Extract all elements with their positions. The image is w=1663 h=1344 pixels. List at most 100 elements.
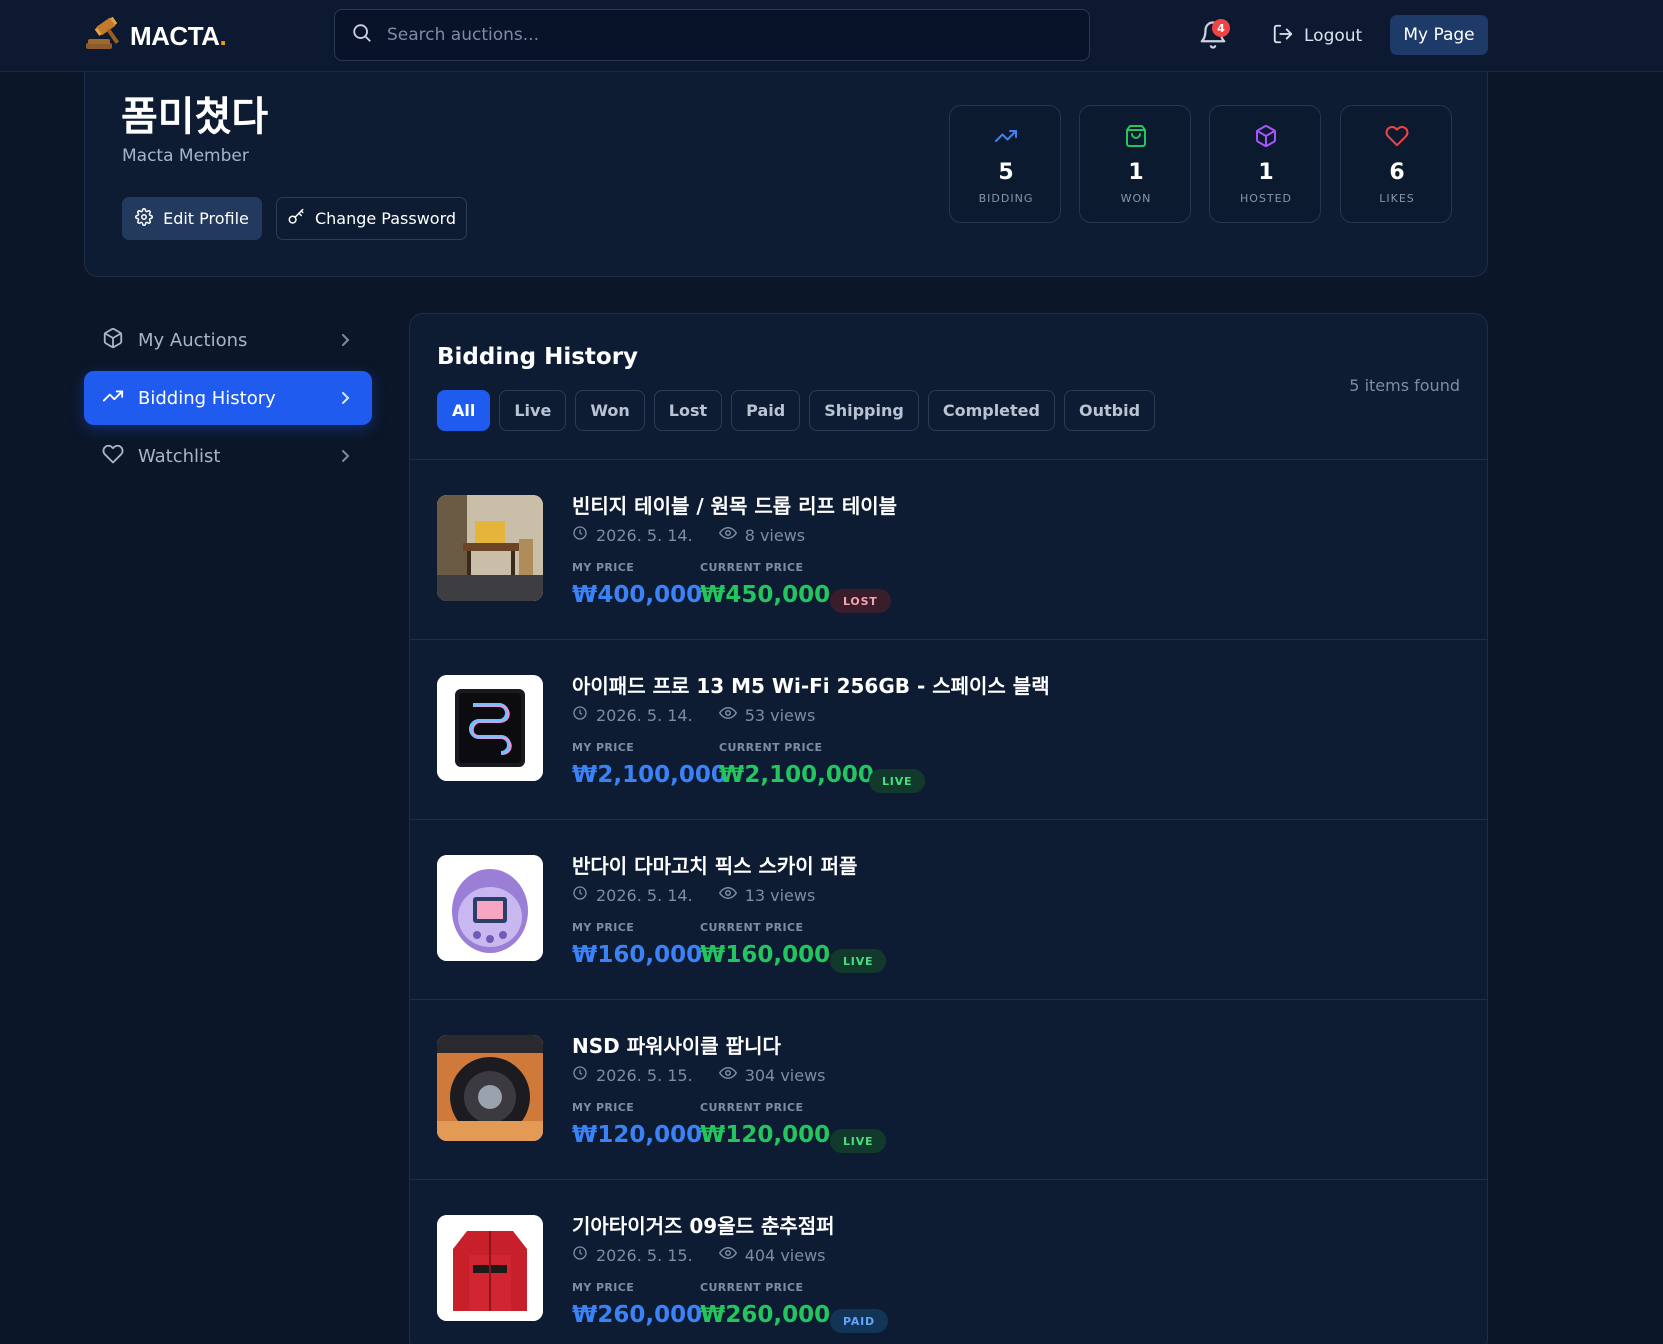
change-password-button[interactable]: Change Password (276, 197, 467, 240)
search-icon (351, 22, 373, 48)
item-title[interactable]: 아이패드 프로 13 M5 Wi-Fi 256GB - 스페이스 블랙 (572, 670, 1050, 699)
logout-icon (1272, 23, 1294, 50)
bidding-history-panel: Bidding History 5 items found All Live W… (409, 313, 1488, 1344)
item-date: 2026. 5. 14. (596, 525, 693, 545)
my-price: ₩160,000 (572, 942, 703, 968)
chevron-right-icon (338, 448, 352, 464)
item-title[interactable]: NSD 파워사이클 팝니다 (572, 1030, 781, 1059)
item-meta: 2026. 5. 14. 53 views (572, 704, 815, 726)
item-date: 2026. 5. 15. (596, 1245, 693, 1265)
stat-won[interactable]: 1 WON (1079, 105, 1191, 223)
my-page-button[interactable]: My Page (1390, 15, 1488, 55)
item-date: 2026. 5. 14. (596, 705, 693, 725)
edit-profile-button[interactable]: Edit Profile (122, 197, 262, 240)
my-price-label: MY PRICE (572, 741, 635, 754)
item-thumbnail[interactable] (437, 1215, 543, 1321)
clock-icon (572, 1245, 588, 1265)
filter-all[interactable]: All (437, 390, 491, 431)
logo-text: MACTA (130, 20, 220, 51)
item-title[interactable]: 기아타이거즈 09올드 춘추점퍼 (572, 1210, 835, 1239)
status-filter-tabs: All Live Won Lost Paid Shipping Complete… (437, 390, 1156, 431)
items-found-count: 5 items found (1349, 376, 1460, 395)
current-price: ₩2,100,000 (719, 762, 874, 788)
item-thumbnail[interactable] (437, 675, 543, 781)
logout-button[interactable]: Logout (1272, 22, 1362, 50)
chevron-right-icon (338, 332, 352, 348)
notification-badge: 4 (1212, 19, 1230, 37)
trending-up-icon (994, 124, 1018, 148)
item-date: 2026. 5. 15. (596, 1065, 693, 1085)
sidebar-item-watchlist[interactable]: Watchlist (84, 429, 372, 483)
my-price: ₩400,000 (572, 582, 703, 608)
search-bar[interactable] (334, 9, 1090, 61)
stat-value: 1 (1128, 160, 1144, 185)
clock-icon (572, 885, 588, 905)
eye-icon (718, 704, 737, 726)
filter-completed[interactable]: Completed (927, 390, 1055, 431)
filter-paid[interactable]: Paid (731, 390, 801, 431)
bid-list-item[interactable]: 아이패드 프로 13 M5 Wi-Fi 256GB - 스페이스 블랙 2026… (410, 640, 1487, 820)
eye-icon (718, 524, 737, 546)
current-price-label: CURRENT PRICE (700, 1101, 804, 1114)
gear-icon (135, 207, 154, 230)
filter-won[interactable]: Won (575, 390, 645, 431)
item-meta: 2026. 5. 14. 8 views (572, 524, 805, 546)
stat-bidding[interactable]: 5 BIDDING (949, 105, 1061, 223)
gavel-icon (84, 16, 124, 55)
status-badge: PAID (830, 1309, 888, 1333)
top-navbar: MACTA. 4 Logout My Page (0, 0, 1663, 72)
profile-card: 폼미쳤다 Macta Member Edit Profile Change Pa… (84, 72, 1488, 277)
change-password-label: Change Password (314, 209, 457, 228)
filter-shipping[interactable]: Shipping (809, 390, 919, 431)
my-price-label: MY PRICE (572, 1281, 635, 1294)
my-price: ₩2,100,000 (572, 762, 727, 788)
item-thumbnail[interactable] (437, 855, 543, 961)
sidebar-item-bidding-history[interactable]: Bidding History (84, 371, 372, 425)
logout-label: Logout (1304, 26, 1363, 46)
status-badge: LIVE (830, 1129, 887, 1153)
sidebar-item-my-auctions[interactable]: My Auctions (84, 313, 372, 367)
key-icon (287, 208, 305, 230)
chevron-right-icon (338, 390, 352, 406)
my-price-label: MY PRICE (572, 921, 635, 934)
eye-icon (718, 1244, 737, 1266)
item-views: 8 views (744, 525, 806, 545)
bid-list-item[interactable]: NSD 파워사이클 팝니다 2026. 5. 15. 304 views MY … (410, 1000, 1487, 1180)
item-title[interactable]: 빈티지 테이블 / 원목 드롭 리프 테이블 (572, 490, 897, 519)
filter-lost[interactable]: Lost (653, 390, 723, 431)
item-date: 2026. 5. 14. (596, 885, 693, 905)
filter-live[interactable]: Live (499, 390, 567, 431)
clock-icon (572, 1065, 588, 1085)
current-price-label: CURRENT PRICE (700, 921, 804, 934)
clock-icon (572, 525, 588, 545)
profile-role: Macta Member (122, 146, 249, 166)
eye-icon (718, 1064, 737, 1086)
stat-likes[interactable]: 6 LIKES (1340, 105, 1452, 223)
stat-label: HOSTED (1239, 192, 1293, 205)
current-price: ₩120,000 (700, 1122, 831, 1148)
logo-dot: . (219, 20, 227, 51)
bid-list-item[interactable]: 빈티지 테이블 / 원목 드롭 리프 테이블 2026. 5. 14. 8 vi… (410, 460, 1487, 640)
heart-icon (1385, 124, 1409, 148)
current-price: ₩160,000 (700, 942, 831, 968)
site-logo[interactable]: MACTA. (84, 16, 227, 55)
bid-list-item[interactable]: 기아타이거즈 09올드 춘추점퍼 2026. 5. 15. 404 views … (410, 1180, 1487, 1344)
filter-outbid[interactable]: Outbid (1063, 390, 1156, 431)
stat-label: BIDDING (978, 192, 1034, 205)
stat-hosted[interactable]: 1 HOSTED (1209, 105, 1321, 223)
stat-value: 1 (1258, 160, 1274, 185)
sidebar-item-label: Bidding History (138, 387, 276, 409)
status-badge: LIVE (869, 769, 926, 793)
item-thumbnail[interactable] (437, 1035, 543, 1141)
search-input[interactable] (387, 25, 1037, 45)
item-title[interactable]: 반다이 다마고치 픽스 스카이 퍼플 (572, 850, 857, 879)
stat-value: 6 (1389, 160, 1405, 185)
my-price-label: MY PRICE (572, 561, 635, 574)
heart-icon (102, 443, 124, 470)
stat-value: 5 (998, 160, 1014, 185)
bid-list-item[interactable]: 반다이 다마고치 픽스 스카이 퍼플 2026. 5. 14. 13 views… (410, 820, 1487, 1000)
item-thumbnail[interactable] (437, 495, 543, 601)
current-price-label: CURRENT PRICE (700, 561, 804, 574)
profile-name: 폼미쳤다 (121, 94, 269, 140)
my-price: ₩120,000 (572, 1122, 703, 1148)
